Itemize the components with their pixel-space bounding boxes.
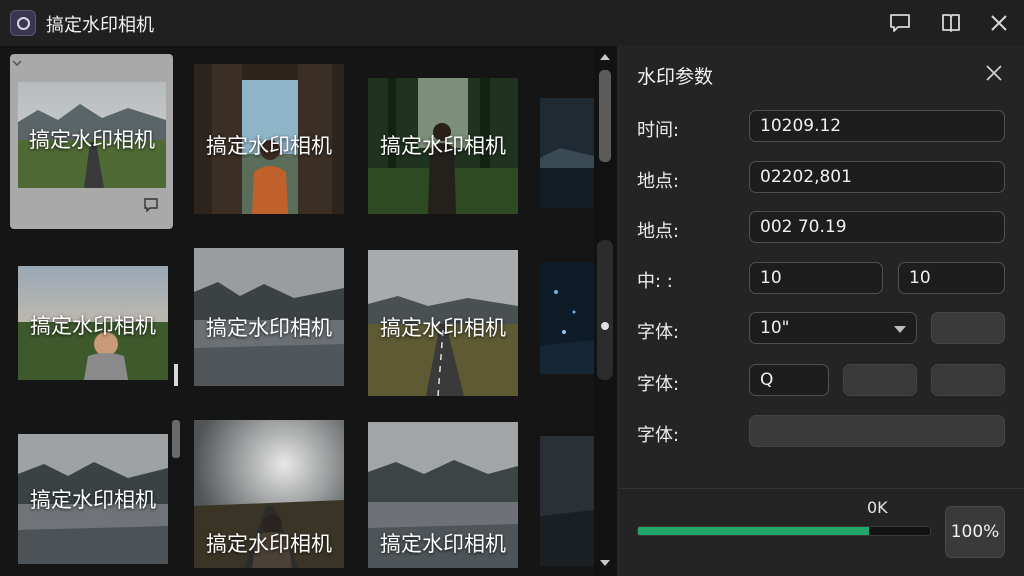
font-extra-label: 字体: <box>637 425 680 446</box>
panel-title: 水印参数 <box>637 66 714 88</box>
thumbnail[interactable]: 搞定水印相机 <box>194 64 344 214</box>
scrollbar-thumb[interactable] <box>599 70 611 162</box>
thumbnail[interactable]: 搞定水印相机 <box>194 420 344 568</box>
zoom-level-button[interactable]: 100% <box>945 506 1005 558</box>
thumbnail[interactable]: 搞定水印相机 <box>368 422 518 568</box>
location-label-2: 地点: <box>637 221 680 242</box>
font-style-option-a[interactable] <box>843 364 917 396</box>
panel-close-icon[interactable] <box>985 64 1003 82</box>
location-field[interactable]: 02202,801 <box>749 161 1005 193</box>
location-field-2[interactable]: 002 70.19 <box>749 211 1005 243</box>
watermark-text: 搞定水印相机 <box>30 488 156 512</box>
thumbnail[interactable]: 搞定水印相机 <box>368 250 518 396</box>
check-icon <box>12 60 22 66</box>
position-x-field[interactable]: 10 <box>749 262 883 294</box>
feedback-icon[interactable] <box>886 9 914 37</box>
thumbnail[interactable]: 搞定水印相机 <box>18 82 166 188</box>
drag-handle-icon[interactable] <box>174 364 178 386</box>
thumbnail[interactable]: 搞定水印相机 <box>194 248 344 386</box>
thumbnail[interactable]: 搞定水印相机 <box>368 78 518 214</box>
thumbnail[interactable] <box>540 262 594 374</box>
font-style-field[interactable]: Q <box>749 364 829 396</box>
position-y-field[interactable]: 10 <box>898 262 1005 294</box>
inner-scrollbar-thumb[interactable] <box>172 420 180 458</box>
location-label: 地点: <box>637 171 680 192</box>
thumbnail[interactable] <box>540 98 594 208</box>
font-style-option-b[interactable] <box>931 364 1005 396</box>
scroll-up-icon[interactable] <box>600 54 610 60</box>
panel-divider <box>619 488 1024 489</box>
watermark-text: 搞定水印相机 <box>206 316 332 340</box>
scrollbar-track-handle[interactable] <box>597 240 613 380</box>
comment-icon[interactable] <box>144 198 158 212</box>
progress-fill <box>638 527 869 535</box>
chevron-down-icon[interactable] <box>894 326 906 333</box>
title-bar: 搞定水印相机 <box>0 0 1024 46</box>
watermark-text: 搞定水印相机 <box>29 128 155 152</box>
bookmark-icon[interactable] <box>937 9 965 37</box>
font-size-select[interactable]: 10" <box>749 312 917 344</box>
gallery-scrollbar[interactable] <box>594 46 616 576</box>
app-camera-icon <box>10 10 36 36</box>
scroll-down-icon[interactable] <box>600 560 610 566</box>
font-extra-field[interactable] <box>749 415 1005 447</box>
watermark-text: 搞定水印相机 <box>30 314 156 338</box>
watermark-text: 搞定水印相机 <box>206 134 332 158</box>
photo-gallery: 搞定水印相机 搞定水印相机 搞定水印相机 搞定水印相机 搞定水印相机 搞定水印相… <box>0 46 594 576</box>
app-title: 搞定水印相机 <box>46 15 154 36</box>
time-field[interactable]: 10209.12 <box>749 110 1005 142</box>
watermark-settings-panel: 水印参数 时间: 10209.12 地点: 02202,801 地点: 002 … <box>618 46 1024 576</box>
thumbnail[interactable]: 搞定水印相机 <box>18 266 168 380</box>
font-label: 字体: <box>637 322 680 343</box>
font-style-label: 字体: <box>637 374 680 395</box>
position-label: 中: : <box>637 271 673 292</box>
watermark-text: 搞定水印相机 <box>206 532 332 556</box>
thumbnail[interactable]: 搞定水印相机 <box>18 434 168 564</box>
watermark-text: 搞定水印相机 <box>380 134 506 158</box>
progress-label: 0K <box>867 498 888 517</box>
time-label: 时间: <box>637 120 680 141</box>
font-color-swatch[interactable] <box>931 312 1005 344</box>
watermark-text: 搞定水印相机 <box>380 316 506 340</box>
watermark-text: 搞定水印相机 <box>380 532 506 556</box>
thumbnail[interactable] <box>540 436 594 566</box>
progress-bar <box>637 526 931 536</box>
close-icon[interactable] <box>985 9 1013 37</box>
